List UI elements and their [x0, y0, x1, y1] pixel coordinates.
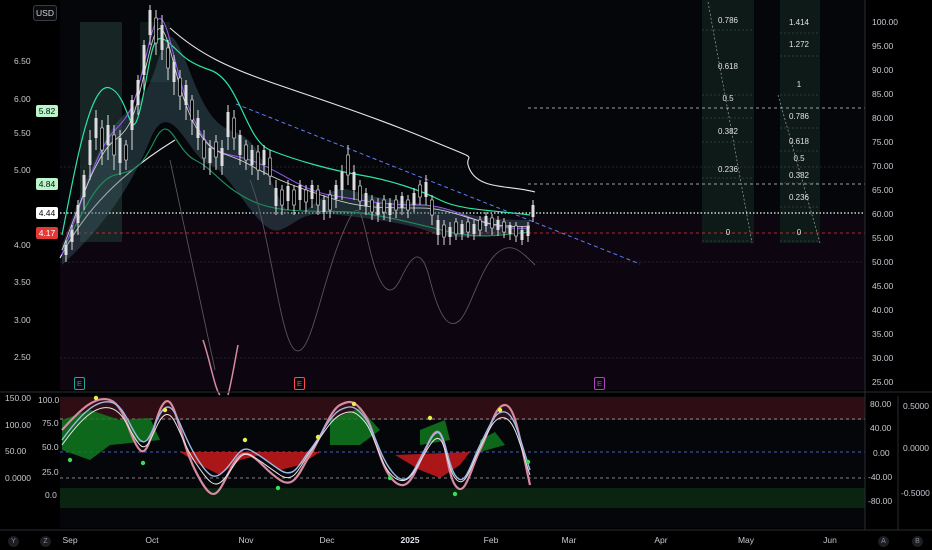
- currency-button[interactable]: USD: [33, 5, 57, 21]
- fib-box-left: [702, 0, 754, 243]
- price-axis-right-label: 95.00: [872, 41, 894, 51]
- price-axis-right-label: 70.00: [872, 161, 894, 171]
- osc-axis-left-label: 150.00: [5, 393, 31, 403]
- osc-axis-right-label: 80.00: [870, 399, 892, 409]
- price-axis-left-label: 6.50: [14, 56, 31, 66]
- price-axis-left-label: 2.50: [14, 352, 31, 362]
- fib-right-label: 1.414: [788, 18, 810, 27]
- time-axis-label: May: [737, 535, 755, 545]
- fib-left-label: 0: [725, 228, 731, 237]
- bottom-tool-a-icon[interactable]: A: [878, 536, 889, 547]
- osc-scale-label: 25.0: [42, 467, 59, 477]
- price-axis-left-label: 4.00: [14, 240, 31, 250]
- bottom-tool-b-icon[interactable]: B: [912, 536, 923, 547]
- time-axis-label: Feb: [483, 535, 499, 545]
- price-axis-right-label: 80.00: [872, 113, 894, 123]
- osc-axis-outer-label: 0.0000: [903, 443, 929, 453]
- osc-axis-left-label: 0.0000: [5, 473, 31, 483]
- osc-axis-right-label: 40.00: [870, 423, 892, 433]
- price-axis-left-label: 3.00: [14, 315, 31, 325]
- price-axis-right-label: 30.00: [872, 353, 894, 363]
- price-axis-right-label: 75.00: [872, 137, 894, 147]
- fib-left-label: 0.786: [717, 16, 739, 25]
- bottom-tool-z-icon[interactable]: Z: [40, 536, 51, 547]
- time-axis-label: Apr: [654, 535, 668, 545]
- time-axis-label: Sep: [62, 535, 78, 545]
- price-axis-left-label: 3.50: [14, 277, 31, 287]
- price-axis-left-label: 5.50: [14, 128, 31, 138]
- fib-right-label: 0: [796, 228, 802, 237]
- price-axis-right-label: 60.00: [872, 209, 894, 219]
- osc-axis-outer-label: -0.5000: [901, 488, 930, 498]
- price-axis-right-label: 65.00: [872, 185, 894, 195]
- fib-right-label: 0.236: [788, 193, 810, 202]
- osc-oversold-zone: [60, 488, 865, 508]
- time-axis-year-label: 2025: [400, 535, 420, 545]
- osc-scale-label: 75.0: [42, 418, 59, 428]
- osc-overbought-zone: [60, 397, 865, 420]
- time-axis-label: Oct: [145, 535, 159, 545]
- price-axis-right-label: 35.00: [872, 329, 894, 339]
- price-badge-red: 4.17: [36, 227, 58, 239]
- fib-right-label: 0.618: [788, 137, 810, 146]
- chart-canvas[interactable]: [0, 0, 932, 550]
- fib-left-label: 0.382: [717, 127, 739, 136]
- price-axis-left-label: 5.00: [14, 165, 31, 175]
- fib-right-label: 0.382: [788, 171, 810, 180]
- price-axis-right-label: 90.00: [872, 65, 894, 75]
- earnings-flag[interactable]: E: [74, 377, 85, 390]
- osc-scale-label: 50.0: [42, 442, 59, 452]
- time-axis-label: Nov: [238, 535, 254, 545]
- earnings-flag[interactable]: E: [294, 377, 305, 390]
- osc-axis-right-label: 0.00: [873, 448, 890, 458]
- osc-axis-left-label: 50.00: [5, 446, 27, 456]
- price-badge-middle: 4.84: [36, 178, 58, 190]
- price-badge-last: 4.44: [36, 207, 58, 219]
- price-axis-right-label: 85.00: [872, 89, 894, 99]
- fib-right-label: 0.5: [793, 154, 805, 163]
- time-axis-label: Mar: [561, 535, 577, 545]
- price-axis-right-label: 45.00: [872, 281, 894, 291]
- price-axis-right-label: 55.00: [872, 233, 894, 243]
- fib-left-label: 0.618: [717, 62, 739, 71]
- price-axis-right-label: 40.00: [872, 305, 894, 315]
- time-axis-label: Jun: [823, 535, 837, 545]
- fib-box-right: [780, 0, 820, 243]
- osc-axis-outer-label: 0.5000: [903, 401, 929, 411]
- earnings-flag[interactable]: E: [594, 377, 605, 390]
- fib-right-label: 1: [796, 80, 802, 89]
- osc-axis-right-label: -40.00: [868, 472, 893, 482]
- price-axis-right-label: 100.00: [872, 17, 898, 27]
- bottom-tool-y-icon[interactable]: Y: [8, 536, 19, 547]
- fib-left-label: 0.5: [722, 94, 734, 103]
- fib-right-label: 1.272: [788, 40, 810, 49]
- fib-right-label: 0.786: [788, 112, 810, 121]
- price-axis-right-label: 25.00: [872, 377, 894, 387]
- price-axis-right-label: 50.00: [872, 257, 894, 267]
- price-badge-upper: 5.82: [36, 105, 58, 117]
- osc-scale-label: 100.0: [38, 395, 60, 405]
- osc-axis-left-label: 100.00: [5, 420, 31, 430]
- osc-scale-label: 0.0: [45, 490, 57, 500]
- price-axis-left-label: 6.00: [14, 94, 31, 104]
- osc-axis-right-label: -80.00: [868, 496, 893, 506]
- fib-left-label: 0.236: [717, 165, 739, 174]
- time-axis-label: Dec: [319, 535, 335, 545]
